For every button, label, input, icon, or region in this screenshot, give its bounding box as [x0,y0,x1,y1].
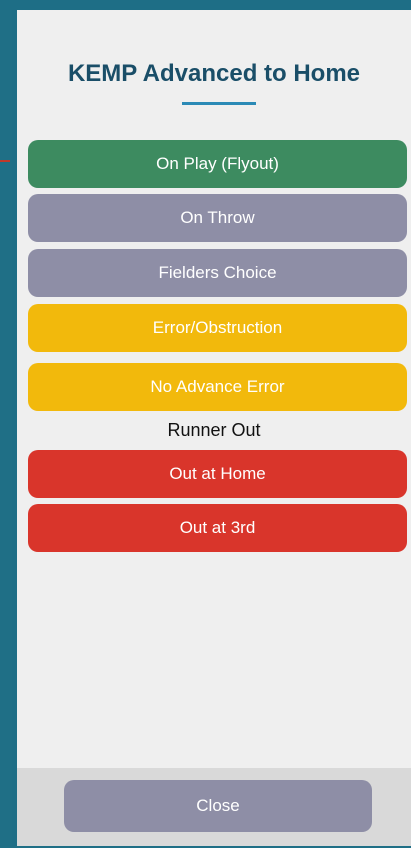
advance-dialog: KEMP Advanced to Home On Play (Flyout) O… [12,10,411,846]
dialog-footer: Close [17,768,411,846]
backdrop-divider [0,160,10,162]
fielders-choice-button[interactable]: Fielders Choice [28,249,407,297]
error-obstruction-button[interactable]: Error/Obstruction [28,304,407,352]
on-throw-button[interactable]: On Throw [28,194,407,242]
window-top-border [0,0,411,10]
on-play-flyout-button[interactable]: On Play (Flyout) [28,140,407,188]
dialog-title: KEMP Advanced to Home [67,60,361,87]
close-button[interactable]: Close [64,780,372,832]
runner-out-label: Runner Out [167,420,261,440]
title-underline [182,102,256,105]
no-advance-error-button[interactable]: No Advance Error [28,363,407,411]
out-at-3rd-button[interactable]: Out at 3rd [28,504,407,552]
out-at-home-button[interactable]: Out at Home [28,450,407,498]
